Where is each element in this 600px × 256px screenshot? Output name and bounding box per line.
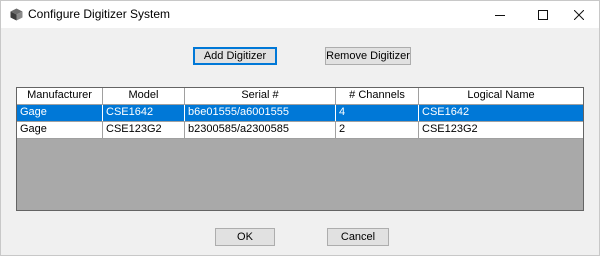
- column-header-logical-name[interactable]: Logical Name: [419, 88, 583, 104]
- cell-serial[interactable]: b2300585/a2300585: [185, 122, 336, 138]
- digitizer-table[interactable]: Manufacturer Model Serial # # Channels L…: [16, 87, 584, 211]
- table-header: Manufacturer Model Serial # # Channels L…: [17, 88, 583, 105]
- cell-logical-name[interactable]: CSE123G2: [419, 122, 583, 138]
- close-button[interactable]: [559, 1, 599, 28]
- column-header-channels[interactable]: # Channels: [336, 88, 419, 104]
- cell-manufacturer[interactable]: Gage: [17, 105, 103, 121]
- cell-model[interactable]: CSE1642: [103, 105, 185, 121]
- cell-serial[interactable]: b6e01555/a6001555: [185, 105, 336, 121]
- cell-channels[interactable]: 2: [336, 122, 419, 138]
- configure-digitizer-dialog: Configure Digitizer System Add Digitizer…: [0, 0, 600, 256]
- minimize-button[interactable]: [480, 1, 520, 28]
- column-header-serial[interactable]: Serial #: [185, 88, 336, 104]
- remove-digitizer-button[interactable]: Remove Digitizer: [325, 47, 411, 65]
- cancel-button[interactable]: Cancel: [327, 228, 389, 246]
- cell-manufacturer[interactable]: Gage: [17, 122, 103, 138]
- column-header-manufacturer[interactable]: Manufacturer: [17, 88, 103, 104]
- table-row-selected[interactable]: Gage CSE1642 b6e01555/a6001555 4 CSE1642: [17, 105, 583, 122]
- column-header-model[interactable]: Model: [103, 88, 185, 104]
- close-icon: [574, 9, 584, 20]
- digitizer-app-icon: [10, 8, 23, 21]
- cell-channels[interactable]: 4: [336, 105, 419, 121]
- minimize-icon: [495, 14, 505, 16]
- maximize-icon: [538, 9, 548, 20]
- title-bar[interactable]: Configure Digitizer System: [1, 1, 599, 28]
- cell-model[interactable]: CSE123G2: [103, 122, 185, 138]
- ok-button[interactable]: OK: [215, 228, 275, 246]
- maximize-button[interactable]: [523, 1, 563, 28]
- table-row[interactable]: Gage CSE123G2 b2300585/a2300585 2 CSE123…: [17, 122, 583, 139]
- add-digitizer-button[interactable]: Add Digitizer: [193, 47, 277, 65]
- cell-logical-name[interactable]: CSE1642: [419, 105, 583, 121]
- window-title: Configure Digitizer System: [28, 7, 171, 21]
